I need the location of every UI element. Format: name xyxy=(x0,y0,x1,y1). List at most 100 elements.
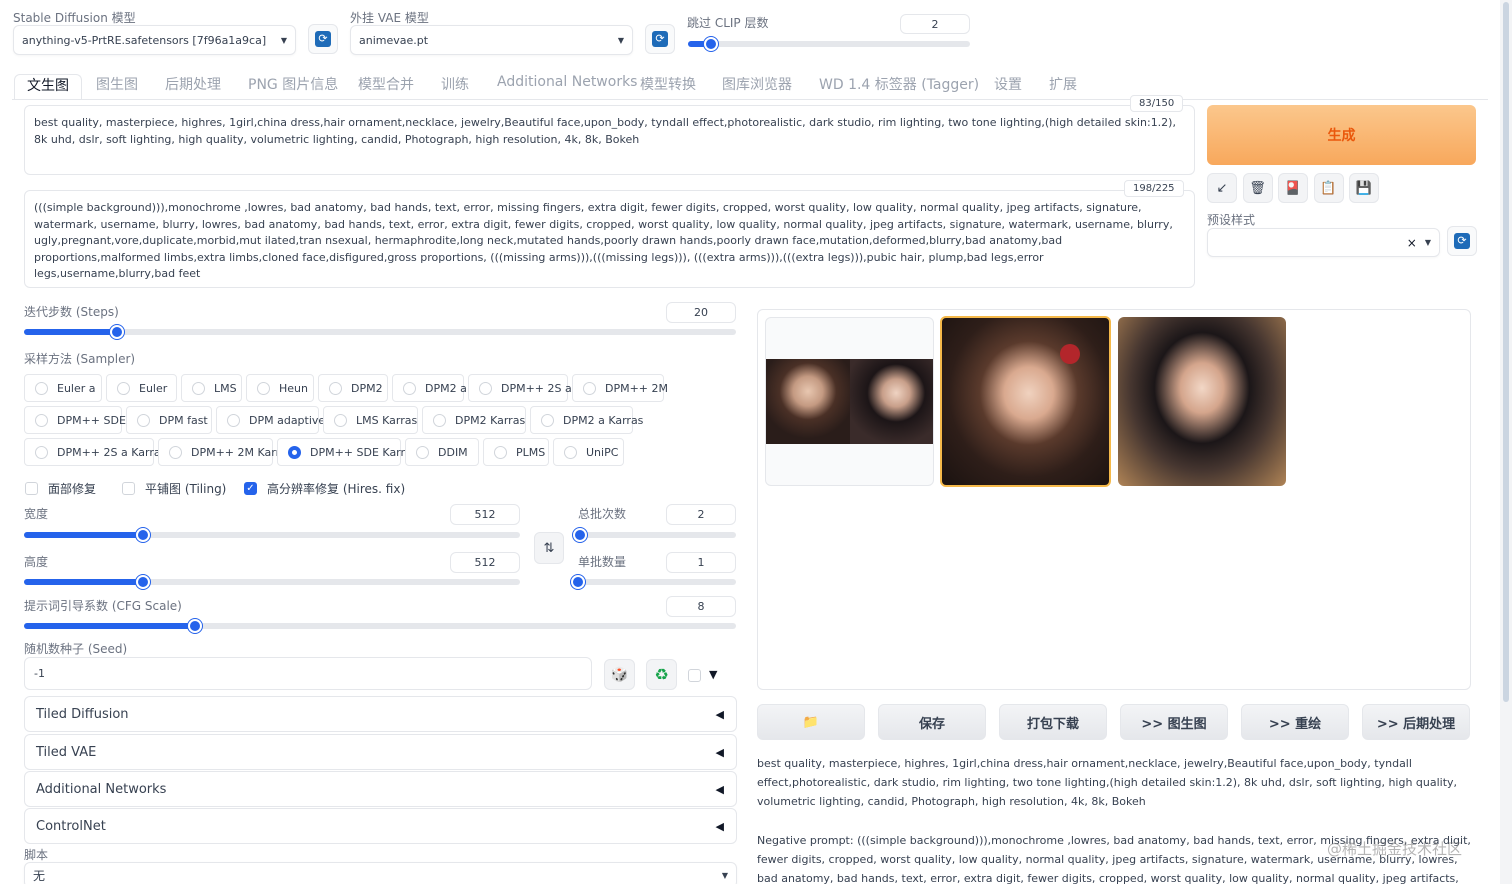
grid-image-thumbnail[interactable] xyxy=(765,317,934,486)
sampler-option[interactable]: DPM2 a Karras xyxy=(530,406,643,434)
output-action-button[interactable]: >> 重绘 xyxy=(1241,704,1349,740)
accordion-additional-networks[interactable]: Additional Networks ◀ xyxy=(24,771,737,807)
sampler-option[interactable]: DPM++ SDE Karras xyxy=(277,438,418,466)
sampler-option[interactable]: DPM++ 2M xyxy=(572,374,668,402)
negative-prompt-textarea[interactable]: (((simple background))),monochrome ,lowr… xyxy=(24,190,1195,288)
sampler-option[interactable]: Heun xyxy=(246,374,314,402)
radio-circle[interactable] xyxy=(541,413,554,427)
radio-circle[interactable] xyxy=(137,413,150,427)
steps-handle[interactable] xyxy=(110,325,124,339)
generated-image-2[interactable] xyxy=(1118,317,1286,486)
show-networks-button[interactable]: 🎴 xyxy=(1278,173,1308,203)
clip-skip-input[interactable]: 2 xyxy=(900,14,970,34)
radio-circle[interactable] xyxy=(494,445,507,459)
vae-dropdown[interactable]: animevae.pt ▼ xyxy=(350,25,633,55)
sampler-option[interactable]: DPM++ SDE xyxy=(24,406,126,434)
output-action-button[interactable]: >> 图生图 xyxy=(1120,704,1228,740)
checkbox-box[interactable] xyxy=(25,482,38,495)
sd-model-dropdown[interactable]: anything-v5-PrtRE.safetensors [7f96a1a9c… xyxy=(13,25,296,55)
tab-7[interactable]: 模型转换 xyxy=(640,74,696,94)
sampler-option[interactable]: LMS xyxy=(181,374,242,402)
hires-fix-checkbox[interactable]: ✓ 高分辨率修复 (Hires. fix) xyxy=(244,480,405,497)
width-handle[interactable] xyxy=(136,528,150,542)
radio-circle[interactable] xyxy=(192,381,205,395)
scrollbar-thumb[interactable] xyxy=(1503,2,1509,702)
sampler-option[interactable]: DPM2 Karras xyxy=(422,406,526,434)
batch-count-input[interactable]: 2 xyxy=(666,504,736,525)
swap-dimensions-button[interactable]: ⇅ xyxy=(534,532,564,564)
seed-input[interactable]: -1 xyxy=(24,657,592,690)
radio-circle[interactable] xyxy=(564,445,577,459)
paste-params-button[interactable]: ↙ xyxy=(1207,173,1237,203)
clip-skip-slider[interactable] xyxy=(688,37,970,51)
tiling-checkbox[interactable]: 平铺图 (Tiling) xyxy=(122,480,226,497)
height-slider[interactable] xyxy=(24,575,520,589)
sampler-option[interactable]: DPM++ 2S a Karras xyxy=(24,438,166,466)
radio-circle[interactable] xyxy=(117,381,130,395)
restore-faces-checkbox[interactable]: 面部修复 xyxy=(25,480,96,497)
radio-circle[interactable] xyxy=(169,445,182,459)
tab-3[interactable]: PNG 图片信息 xyxy=(248,74,338,94)
sampler-option[interactable]: DPM++ 2S a xyxy=(468,374,572,402)
tab-0[interactable]: 文生图 xyxy=(14,74,82,100)
preset-styles-dropdown[interactable]: × ▼ xyxy=(1207,228,1440,257)
reuse-seed-button[interactable]: ♻ xyxy=(646,659,677,690)
sampler-option[interactable]: LMS Karras xyxy=(323,406,418,434)
tab-1[interactable]: 图生图 xyxy=(96,74,138,94)
open-folder-button[interactable]: 📁 xyxy=(757,704,865,740)
radio-circle[interactable] xyxy=(403,381,416,395)
positive-prompt-textarea[interactable]: best quality, masterpiece, highres, 1gir… xyxy=(24,105,1195,175)
clear-prompt-button[interactable]: 🗑 xyxy=(1242,173,1273,203)
radio-circle[interactable] xyxy=(35,381,48,395)
tab-10[interactable]: 设置 xyxy=(994,74,1022,94)
accordion-tiled-diffusion[interactable]: Tiled Diffusion ◀ xyxy=(24,696,737,732)
extra-seed-toggle-icon[interactable]: ▼ xyxy=(709,668,717,681)
extra-seed-checkbox[interactable] xyxy=(688,669,701,682)
tab-4[interactable]: 模型合并 xyxy=(358,74,414,94)
refresh-model-button[interactable]: ⟳ xyxy=(308,24,338,54)
steps-slider[interactable] xyxy=(24,325,736,339)
sampler-option[interactable]: PLMS xyxy=(483,438,549,466)
tab-9[interactable]: WD 1.4 标签器 (Tagger) xyxy=(819,74,979,94)
sampler-option[interactable]: DPM2 xyxy=(318,374,388,402)
refresh-vae-button[interactable]: ⟳ xyxy=(645,24,675,54)
cfg-slider[interactable] xyxy=(24,619,736,633)
script-dropdown[interactable]: 无 ▼ xyxy=(24,862,737,884)
sampler-option[interactable]: DPM adaptive xyxy=(216,406,325,434)
check-icon[interactable]: ✓ xyxy=(244,482,257,495)
radio-circle[interactable] xyxy=(227,413,240,427)
refresh-styles-button[interactable]: ⟳ xyxy=(1447,226,1477,256)
output-action-button[interactable]: 打包下载 xyxy=(999,704,1107,740)
apply-style-button[interactable]: 📋 xyxy=(1313,173,1344,203)
generated-image-1[interactable] xyxy=(940,316,1111,487)
output-action-button[interactable]: 保存 xyxy=(878,704,986,740)
sampler-option[interactable]: DPM++ 2M Karras xyxy=(158,438,293,466)
steps-input[interactable]: 20 xyxy=(666,302,736,323)
output-action-button[interactable]: >> 后期处理 xyxy=(1362,704,1470,740)
radio-circle[interactable] xyxy=(416,445,429,459)
random-seed-button[interactable]: 🎲 xyxy=(604,659,635,690)
batch-size-slider[interactable] xyxy=(571,575,736,589)
sampler-option[interactable]: DPM fast xyxy=(126,406,212,434)
radio-circle[interactable] xyxy=(433,413,446,427)
clear-icon[interactable]: × xyxy=(1407,236,1417,250)
accordion-controlnet[interactable]: ControlNet ◀ xyxy=(24,808,737,844)
sampler-option[interactable]: UniPC xyxy=(553,438,624,466)
batch-size-handle[interactable] xyxy=(571,575,585,589)
clip-skip-handle[interactable] xyxy=(704,37,718,51)
batch-size-input[interactable]: 1 xyxy=(666,552,736,573)
height-input[interactable]: 512 xyxy=(450,552,520,573)
tab-2[interactable]: 后期处理 xyxy=(165,74,221,94)
radio-circle[interactable] xyxy=(334,413,347,427)
sampler-option[interactable]: Euler a xyxy=(24,374,102,402)
save-style-button[interactable]: 💾 xyxy=(1349,173,1379,203)
accordion-tiled-vae[interactable]: Tiled VAE ◀ xyxy=(24,734,737,770)
width-slider[interactable] xyxy=(24,528,520,542)
radio-circle[interactable] xyxy=(329,381,342,395)
generate-button[interactable]: 生成 xyxy=(1207,105,1476,165)
sampler-option[interactable]: Euler xyxy=(106,374,177,402)
tab-11[interactable]: 扩展 xyxy=(1049,74,1077,94)
page-scrollbar[interactable] xyxy=(1500,0,1512,884)
radio-circle[interactable] xyxy=(35,413,48,427)
width-input[interactable]: 512 xyxy=(450,504,520,525)
